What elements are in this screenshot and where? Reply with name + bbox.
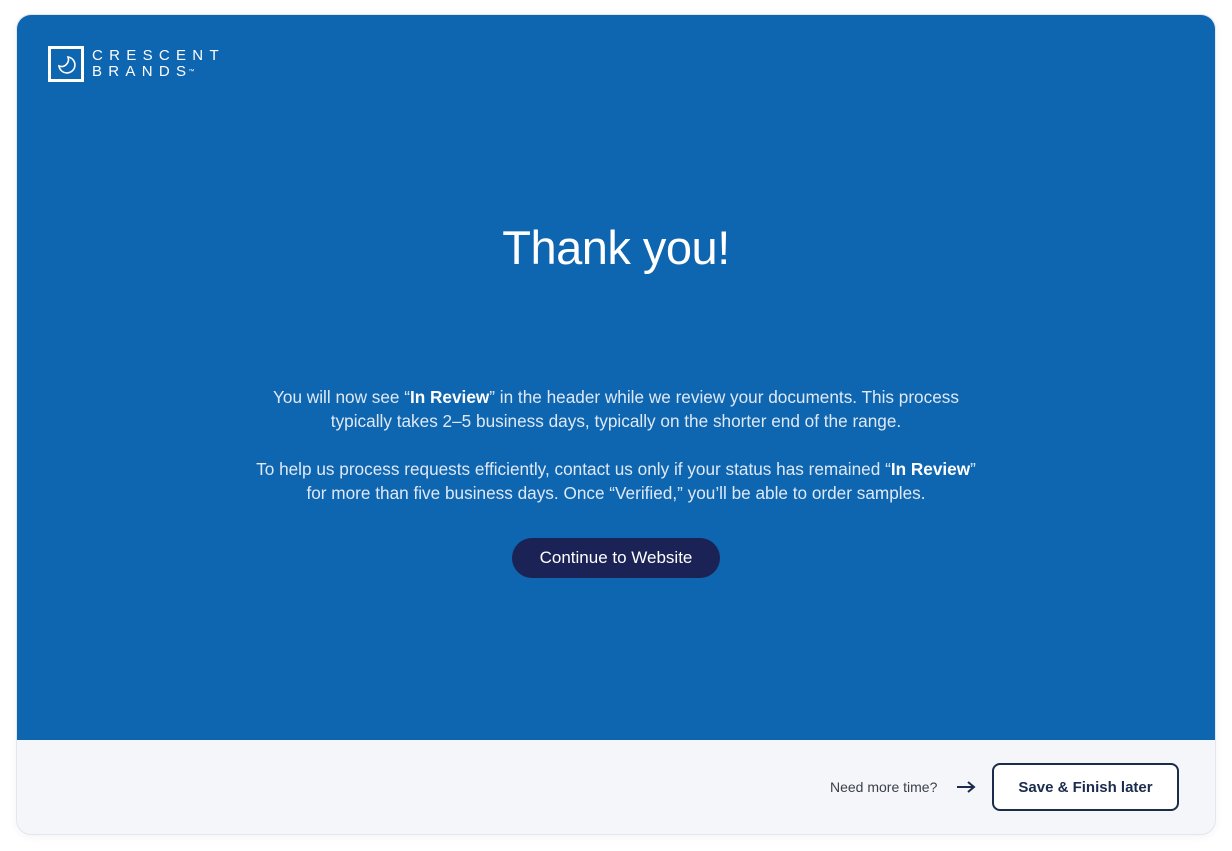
logo-line-1: CRESCENT — [92, 47, 225, 64]
hero-panel: CRESCENT BRANDS™ Thank you! You will now… — [17, 15, 1215, 740]
trademark-symbol: ™ — [188, 69, 195, 75]
page-card: CRESCENT BRANDS™ Thank you! You will now… — [17, 15, 1215, 834]
continue-to-website-button[interactable]: Continue to Website — [512, 538, 720, 578]
paragraph2-text-start: To help us process requests efficiently,… — [256, 459, 891, 479]
page-title: Thank you! — [502, 221, 730, 274]
contact-info-paragraph: To help us process requests efficiently,… — [246, 457, 986, 505]
crescent-moon-logo-icon — [48, 46, 84, 82]
save-and-finish-later-button[interactable]: Save & Finish later — [992, 763, 1179, 811]
paragraph1-status-emphasis: In Review — [409, 387, 490, 407]
logo-wordmark: CRESCENT BRANDS™ — [92, 48, 225, 80]
logo-line-2: BRANDS — [92, 63, 193, 80]
review-info-paragraph: You will now see “In Review” in the head… — [246, 385, 986, 433]
paragraph1-text-start: You will now see “ — [273, 387, 410, 407]
arrow-right-icon — [957, 781, 976, 793]
paragraph2-status-emphasis: In Review — [890, 459, 971, 479]
need-more-time-label: Need more time? — [830, 779, 938, 795]
crescent-brands-logo: CRESCENT BRANDS™ — [48, 46, 225, 82]
